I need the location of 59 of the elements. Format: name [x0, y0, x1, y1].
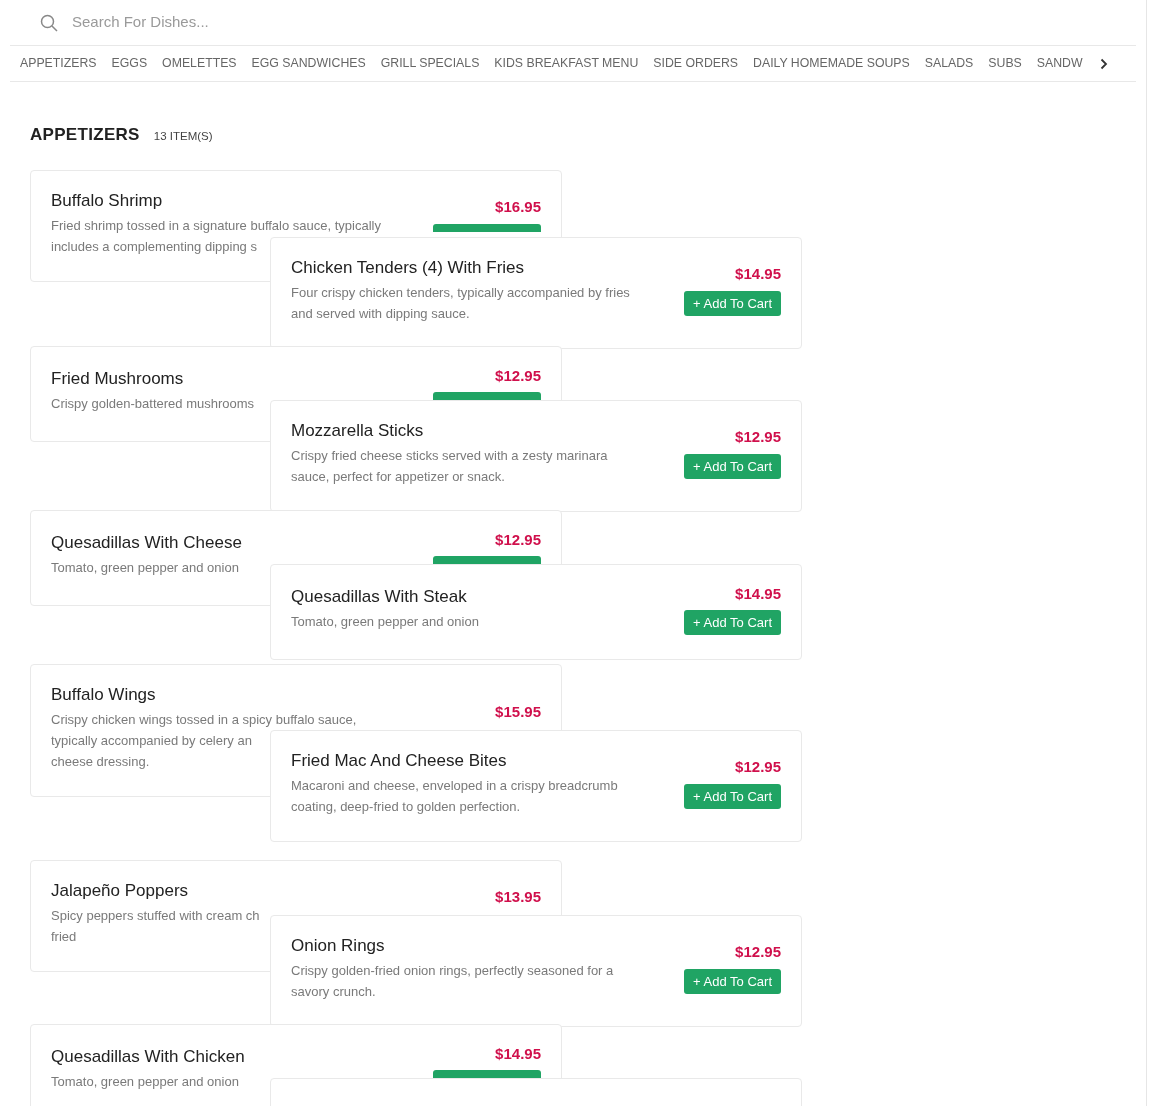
add-to-cart-button[interactable]: + Add To Cart [684, 968, 781, 994]
item-description: coating, deep-fried to golden perfection. [291, 797, 521, 816]
item-price: $14.95 [735, 264, 781, 285]
item-price: $13.95 [495, 887, 541, 908]
item-price: $12.95 [735, 942, 781, 963]
item-name: Fried Mushrooms [51, 368, 185, 391]
item-price: $12.95 [495, 365, 541, 386]
item-description: includes a complementing dipping s [51, 237, 257, 256]
item-description: Tomato, green pepper and onion [291, 613, 479, 632]
item-price: $16.95 [495, 197, 541, 218]
item-price: $12.95 [495, 529, 541, 550]
item-description: Fried shrimp tossed in a signature buffalo sauce, typically [51, 216, 381, 235]
item-description: Macaroni and cheese, enveloped in a crispy breadcrumb [291, 776, 618, 795]
category-tab[interactable]: KIDS BREAKFAST MENU [494, 54, 639, 73]
add-to-cart-button[interactable]: + Add To Cart [684, 453, 781, 479]
item-name: Buffalo Wings [51, 683, 157, 706]
item-description: cheese dressing. [51, 752, 150, 771]
item-description: sauce, perfect for appetizer or snack. [291, 467, 505, 486]
item-description: Crispy golden-battered mushrooms [51, 395, 255, 414]
item-description: typically accompanied by celery an [51, 731, 252, 750]
category-tab[interactable]: DAILY HOMEMADE SOUPS [753, 54, 910, 73]
category-tab[interactable]: SALADS [924, 54, 974, 73]
category-tab[interactable]: SIDE ORDERS [653, 54, 739, 73]
item-name: Buffalo Shrimp [51, 189, 164, 212]
item-name: Quesadillas With Chicken [51, 1046, 246, 1069]
item-name: Quesadillas With Cheese [51, 532, 243, 555]
item-description: Four crispy chicken tenders, typically accompanied by fries [291, 283, 630, 302]
section-title: APPETIZERS [30, 124, 140, 146]
item-name: Mozzarella Sticks [291, 419, 425, 442]
item-description: Crispy chicken wings tossed in a spicy buffalo sauce, [51, 710, 357, 729]
item-price: $14.95 [735, 583, 781, 604]
item-price: $15.95 [495, 701, 541, 722]
category-tab[interactable]: SUBS [988, 54, 1022, 73]
item-description: Crispy fried cheese sticks served with a zesty marinara [291, 446, 608, 465]
item-price: $14.95 [495, 1043, 541, 1064]
add-to-cart-button[interactable]: + Add To Cart [684, 610, 781, 635]
item-name: Chicken Tenders (4) With Fries [291, 256, 526, 279]
item-name: Quesadillas With Steak [291, 586, 468, 609]
category-tab[interactable]: SANDW [1036, 54, 1083, 73]
item-description: Tomato, green pepper and onion [51, 559, 239, 578]
item-name: Onion Rings [291, 934, 386, 957]
item-description: Spicy peppers stuffed with cream ch [51, 906, 260, 925]
item-description: fried [51, 927, 77, 946]
category-tab[interactable]: EGGS [111, 54, 148, 73]
item-price: $12.95 [735, 757, 781, 778]
category-tab[interactable]: OMELETTES [162, 54, 237, 73]
item-description: Crispy golden-fried onion rings, perfectly seasoned for a [291, 961, 614, 980]
item-description: Tomato, green pepper and onion [51, 1073, 239, 1092]
item-count: 13 ITEM(S) [153, 129, 213, 144]
item-description: and served with dipping sauce. [291, 304, 470, 323]
add-to-cart-button[interactable]: + Add To Cart [684, 290, 781, 316]
category-tab[interactable]: APPETIZERS [20, 54, 97, 73]
category-tab[interactable]: EGG SANDWICHES [251, 54, 366, 73]
item-name: Fried Mac And Cheese Bites [291, 749, 508, 772]
item-name: Jalapeño Poppers [51, 879, 190, 902]
item-description: savory crunch. [291, 982, 376, 1001]
add-to-cart-button[interactable]: + Add To Cart [684, 783, 781, 809]
category-tab[interactable]: GRILL SPECIALS [380, 54, 480, 73]
item-price: $12.95 [735, 427, 781, 448]
